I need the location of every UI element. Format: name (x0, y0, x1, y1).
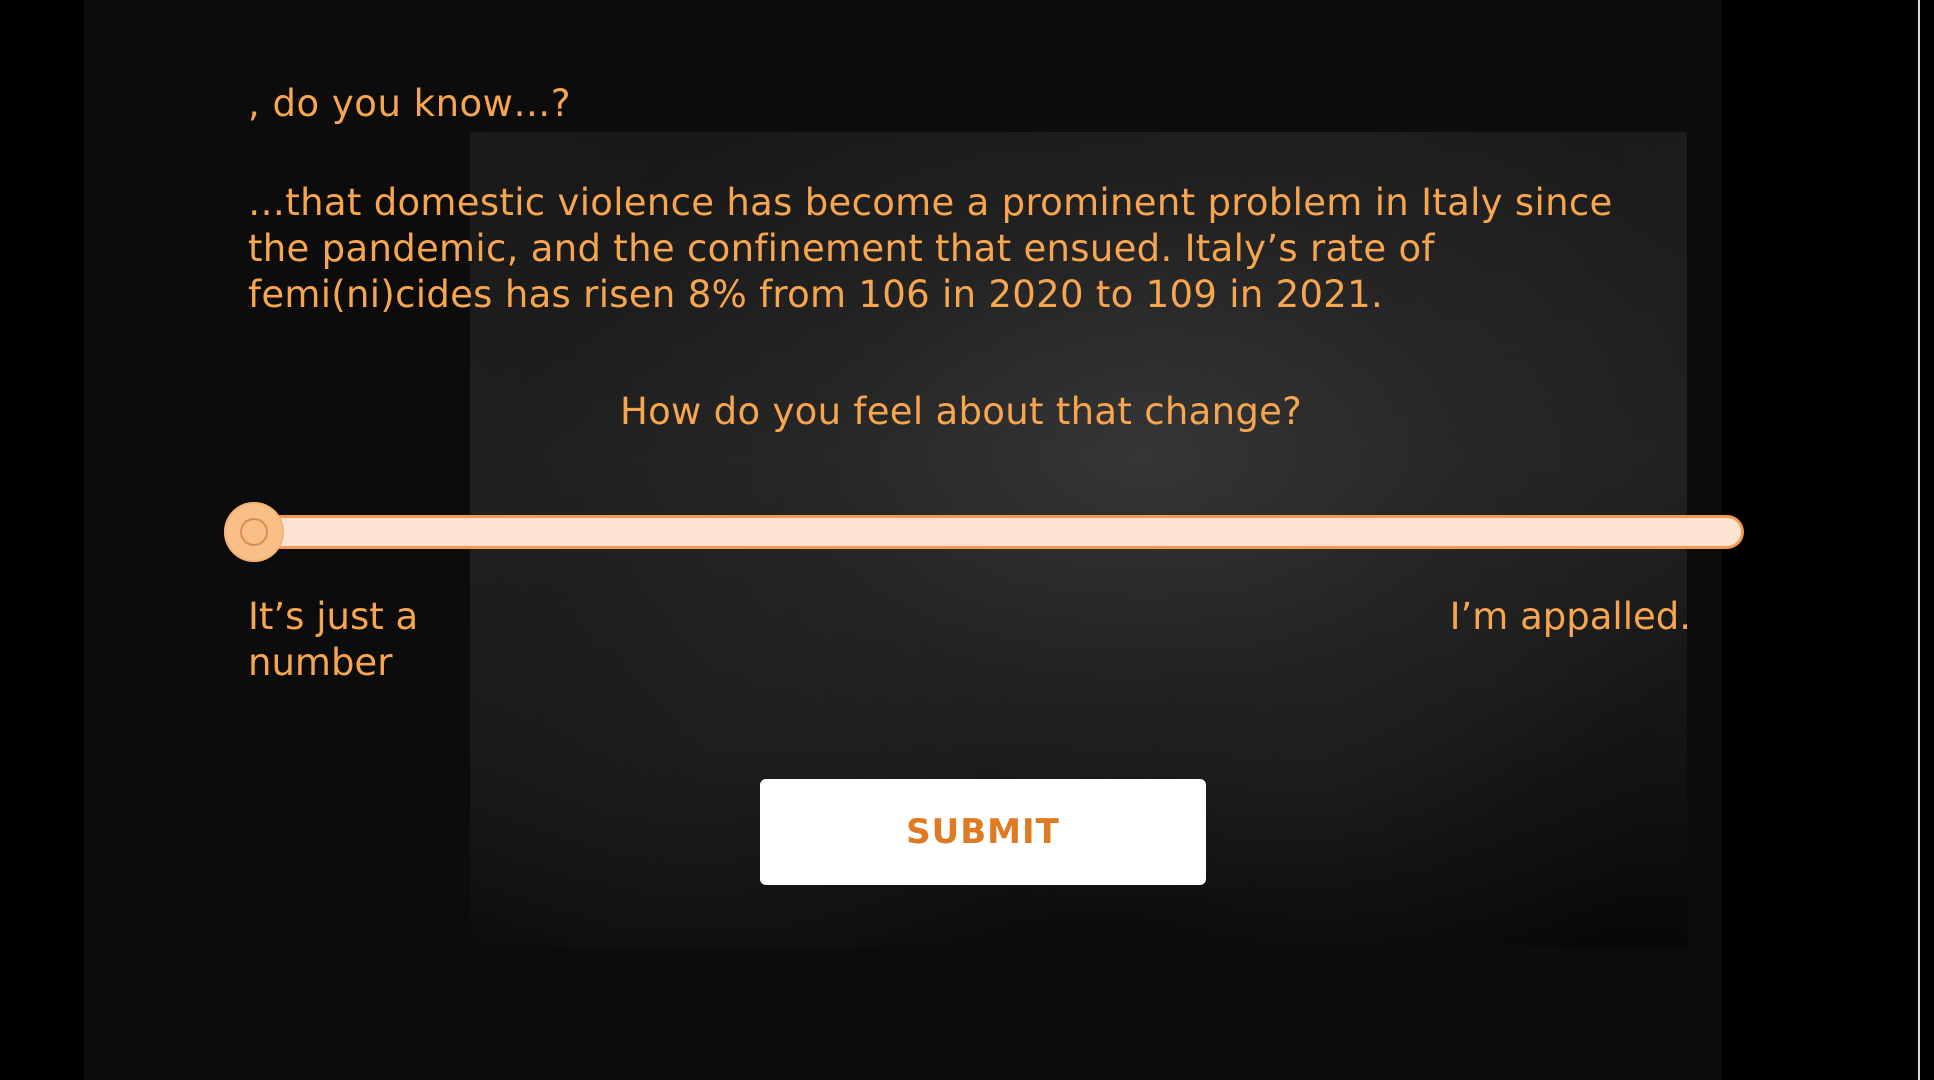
viewport: , do you know…? …that domestic violence … (0, 0, 1934, 1080)
intro-text: , do you know…? (248, 82, 572, 125)
feeling-slider[interactable] (224, 502, 1746, 564)
slider-track[interactable] (244, 515, 1744, 549)
slider-label-min: It’s just a number (248, 594, 418, 686)
slider-thumb-ring-icon (240, 518, 268, 546)
submit-button[interactable]: SUBMIT (760, 779, 1206, 885)
slider-label-max: I’m appalled. (1449, 595, 1691, 638)
slider-label-min-line1: It’s just a (248, 595, 419, 638)
question-text: How do you feel about that change? (620, 390, 1303, 433)
slider-thumb[interactable] (224, 502, 284, 562)
slider-label-min-line2: number (248, 641, 393, 684)
fact-text: …that domestic violence has become a pro… (248, 181, 1613, 316)
window-edge (1918, 0, 1934, 1080)
